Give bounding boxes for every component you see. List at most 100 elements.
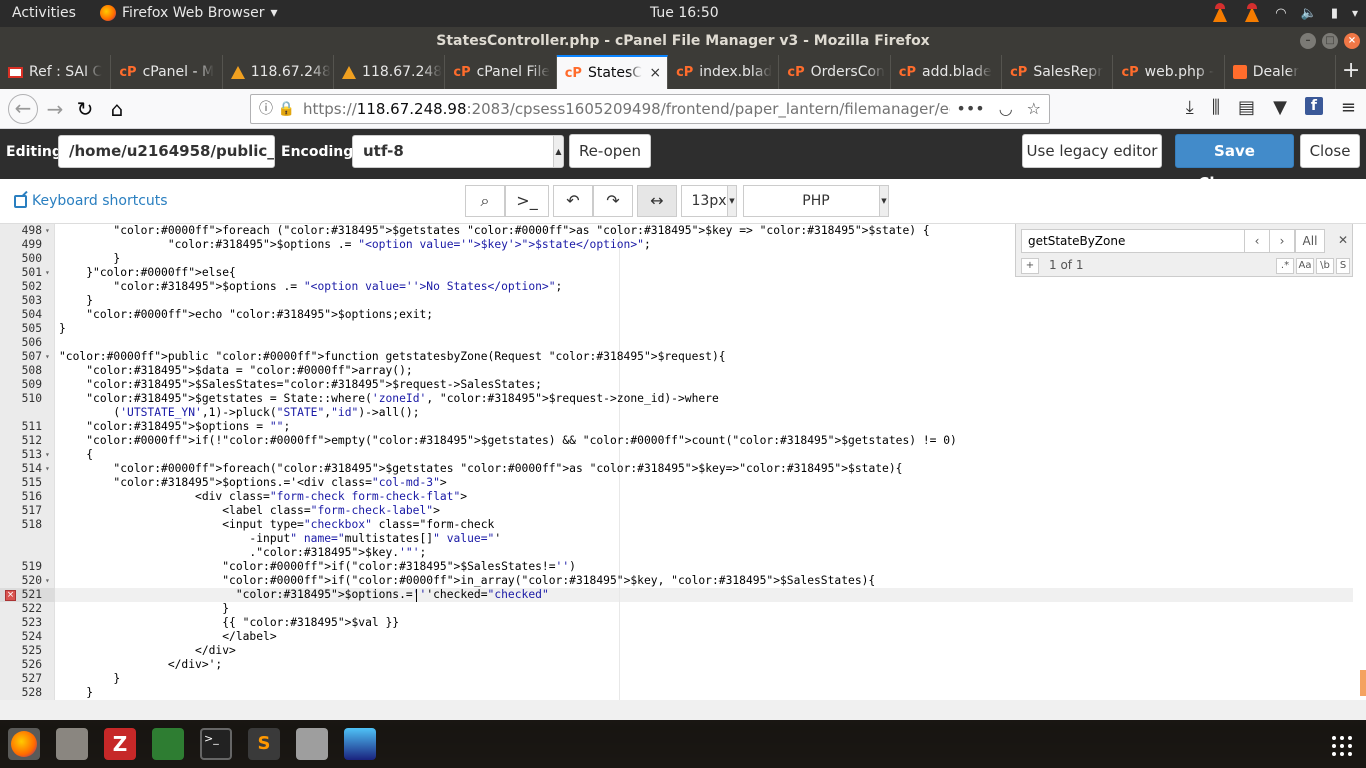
code-line[interactable]: 502 "color:#318495">$options .= "<option… (0, 280, 1300, 294)
wifi-icon[interactable]: ◠ (1275, 6, 1286, 21)
code-line[interactable]: 513 ▾ { (0, 448, 1300, 462)
code-line[interactable]: 512 "color:#0000ff">if(!"color:#0000ff">… (0, 434, 1300, 448)
library-icon[interactable]: ⫼ (1212, 97, 1220, 118)
find-next-button[interactable]: › (1269, 229, 1295, 253)
case-toggle[interactable]: Aa (1296, 258, 1314, 274)
volume-icon[interactable]: 🔈 (1301, 6, 1317, 21)
files-dock-icon[interactable] (56, 728, 88, 760)
code-line[interactable]: -input" name="multistates[]" value="' (0, 532, 1300, 546)
code-line[interactable]: 523 {{ "color:#318495">$val }} (0, 616, 1300, 630)
reopen-button[interactable]: Re-open (569, 134, 651, 168)
tab-2[interactable]: 118.67.248 (223, 55, 335, 89)
code-line[interactable]: ('UTSTATE_YN',1)->pluck("STATE","id")->a… (0, 406, 1300, 420)
fold-toggle-icon[interactable]: ▾ (45, 462, 50, 476)
page-actions-button[interactable]: ••• (956, 95, 984, 123)
code-line[interactable]: 506 (0, 336, 1300, 350)
close-search-icon[interactable]: ✕ (1330, 229, 1356, 253)
code-line[interactable]: 522 } (0, 602, 1300, 616)
file-path-field[interactable]: /home/u2164958/public_ht (58, 135, 275, 168)
show-applications-icon[interactable] (1332, 736, 1352, 756)
installer-dock-icon[interactable] (296, 728, 328, 760)
undo-button[interactable]: ↶ (553, 185, 593, 217)
filezilla-dock-icon[interactable]: Z (104, 728, 136, 760)
code-line[interactable]: 528 } (0, 686, 1300, 700)
code-line[interactable]: 527 } (0, 672, 1300, 686)
close-window-button[interactable]: × (1344, 33, 1360, 49)
downloads-icon[interactable]: ⤓ (1186, 97, 1194, 118)
search-input[interactable]: getStateByZone (1021, 229, 1245, 253)
code-line[interactable]: 514 ▾ "color:#0000ff">foreach("color:#318… (0, 462, 1300, 476)
code-line[interactable]: 503 } (0, 294, 1300, 308)
terminal-dock-icon[interactable]: >_ (200, 728, 232, 760)
bookmark-star-icon[interactable]: ☆ (1027, 95, 1041, 123)
tab-11[interactable]: Dealer (1225, 55, 1337, 89)
code-line[interactable]: 504 "color:#0000ff">echo "color:#318495"… (0, 308, 1300, 322)
regex-toggle[interactable]: .* (1276, 258, 1294, 274)
battery-icon[interactable]: ▮ (1331, 6, 1338, 21)
maximize-button[interactable]: □ (1322, 33, 1338, 49)
font-size-select[interactable]: 13px ▼ (681, 185, 737, 217)
mode-select[interactable]: PHP ▼ (743, 185, 889, 217)
facebook-icon[interactable]: f (1304, 97, 1323, 115)
new-tab-button[interactable]: + (1336, 55, 1366, 89)
whole-word-toggle[interactable]: \b (1316, 258, 1334, 274)
info-icon[interactable]: ⓘ (259, 101, 273, 117)
code-line[interactable]: ."color:#318495">$key.'"'; (0, 546, 1300, 560)
code-line[interactable]: 518 <input type="checkbox" class="form-c… (0, 518, 1300, 532)
activities-button[interactable]: Activities (12, 5, 76, 21)
app-menu[interactable]: Firefox Web Browser ▾ (100, 5, 278, 21)
in-selection-toggle[interactable]: S (1336, 258, 1350, 274)
code-line[interactable]: 507 ▾ "color:#0000ff">public "color:#0000f… (0, 350, 1300, 364)
tab-7[interactable]: cP OrdersCon (779, 55, 891, 89)
code-line[interactable]: 525 </div> (0, 644, 1300, 658)
fold-toggle-icon[interactable]: ▾ (45, 266, 50, 280)
code-line[interactable]: 516 <div class="form-check form-check-fl… (0, 490, 1300, 504)
back-button[interactable]: ← (8, 94, 38, 124)
redo-button[interactable]: ↷ (593, 185, 633, 217)
find-all-button[interactable]: All (1295, 229, 1325, 253)
tab-1[interactable]: cP cPanel - M (111, 55, 223, 89)
code-line[interactable]: 509 "color:#318495">$SalesStates="color:… (0, 378, 1300, 392)
tab-0[interactable]: Ref : SAI C (0, 55, 112, 89)
encoding-select[interactable]: utf-8 ▲ (352, 135, 564, 168)
vlc-icon[interactable] (1243, 3, 1261, 23)
tab-8[interactable]: cP add.blade (891, 55, 1003, 89)
tab-10[interactable]: cP web.php - (1113, 55, 1225, 89)
tab-5[interactable]: cP StatesC × (556, 55, 669, 89)
fold-toggle-icon[interactable]: ▾ (45, 350, 50, 364)
tab-3[interactable]: 118.67.248 (334, 55, 446, 89)
close-button[interactable]: Close (1300, 134, 1360, 168)
code-line[interactable]: × 521 "color:#318495">$options.='''checke… (0, 588, 1300, 602)
code-editor[interactable]: 498 ▾ "color:#0000ff">foreach ("color:#31… (0, 224, 1366, 700)
code-line[interactable]: 520 ▾ "color:#0000ff">if("color:#0000ff">… (0, 574, 1300, 588)
code-line[interactable]: 526 </div>'; (0, 658, 1300, 672)
image-viewer-dock-icon[interactable] (344, 728, 376, 760)
chevron-down-icon[interactable]: ▾ (1352, 6, 1358, 20)
toggle-replace-button[interactable]: + (1021, 258, 1039, 274)
tab-6[interactable]: cP index.blad (668, 55, 780, 89)
sidebar-icon[interactable]: ▤ (1238, 97, 1255, 118)
vlc-icon[interactable] (1211, 3, 1229, 23)
lock-warning-icon[interactable]: 🔒 (277, 101, 294, 117)
code-line[interactable]: 524 </label> (0, 630, 1300, 644)
code-line[interactable]: 517 <label class="form-check-label"> (0, 504, 1300, 518)
url-bar[interactable]: ⓘ 🔒 https://118.67.248.98:2083/cpsess160… (250, 94, 1050, 124)
code-line[interactable]: 508 "color:#318495">$data = "color:#0000… (0, 364, 1300, 378)
close-tab-icon[interactable]: × (649, 65, 661, 81)
save-changes-button[interactable]: Save Changes (1175, 134, 1294, 192)
search-button[interactable]: ⌕ (465, 185, 505, 217)
legacy-editor-button[interactable]: Use legacy editor (1022, 134, 1162, 168)
tab-4[interactable]: cP cPanel File (445, 55, 557, 89)
code-line[interactable]: 519 "color:#0000ff">if("color:#318495">$… (0, 560, 1300, 574)
find-previous-button[interactable]: ‹ (1244, 229, 1270, 253)
code-line[interactable]: 511 "color:#318495">$options = ""; (0, 420, 1300, 434)
code-line[interactable]: 515 "color:#318495">$options.='<div clas… (0, 476, 1300, 490)
firefox-dock-icon[interactable] (8, 728, 40, 760)
spreadsheet-dock-icon[interactable] (152, 728, 184, 760)
scrollbar-thumb[interactable] (1360, 670, 1366, 696)
code-line[interactable]: 510 "color:#318495">$getstates = State::… (0, 392, 1300, 406)
keyboard-shortcuts-link[interactable]: Keyboard shortcuts (14, 193, 168, 209)
fold-toggle-icon[interactable]: ▾ (45, 448, 50, 462)
menu-icon[interactable]: ≡ (1341, 97, 1356, 118)
reload-button[interactable]: ↻ (72, 96, 98, 122)
